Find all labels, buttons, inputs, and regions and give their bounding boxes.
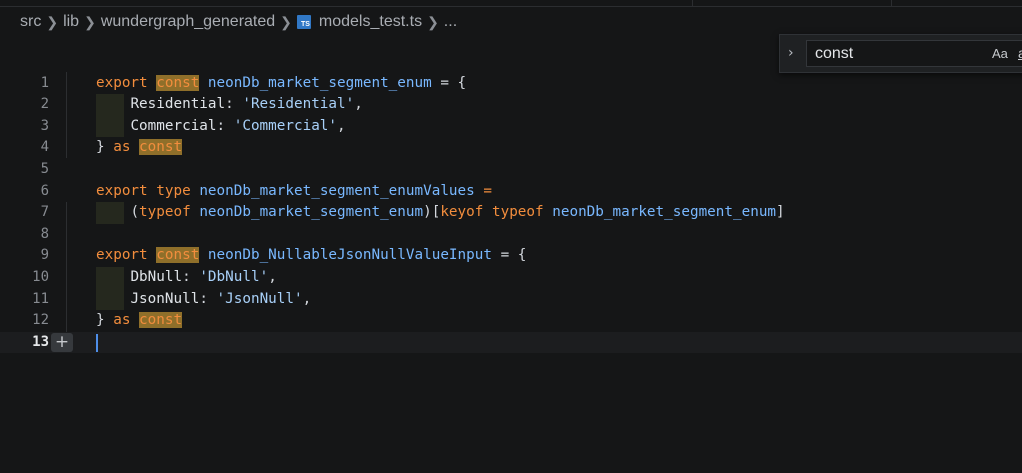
code-text: Residential: 'Residential', (130, 96, 363, 113)
line-number: 4 (40, 139, 49, 156)
line-number: 11 (32, 290, 49, 307)
find-input[interactable]: const Aa ab (806, 40, 1022, 67)
find-widget: › const Aa ab (779, 34, 1022, 73)
code-text: (typeof neonDb_market_segment_enum)[keyo… (130, 204, 785, 221)
breadcrumb: src ❯ lib ❯ wundergraph_generated ❯ TS m… (0, 8, 457, 36)
keyword: as (113, 139, 131, 156)
code-line[interactable]: 3 Commercial: 'Commercial', (0, 115, 1022, 138)
chevron-right-icon: ❯ (427, 13, 439, 30)
code-line[interactable]: 9 export const neonDb_NullableJsonNullVa… (0, 245, 1022, 267)
keyword: typeof (139, 204, 191, 221)
line-number: 12 (32, 312, 49, 329)
line-number: 8 (40, 225, 49, 242)
line-number: 5 (40, 161, 49, 177)
identifier: neonDb_market_segment_enumValues (199, 182, 475, 199)
string: 'Residential' (242, 96, 355, 113)
line-number: 2 (40, 96, 49, 113)
add-comment-icon[interactable]: + (51, 332, 73, 352)
code-text: JsonNull: 'JsonNull', (130, 290, 312, 307)
search-match: const (139, 312, 183, 329)
code-text: DbNull: 'DbNull', (130, 269, 277, 285)
breadcrumb-symbol[interactable]: ... (444, 13, 457, 31)
keyword: as (113, 312, 131, 329)
breadcrumb-file[interactable]: models_test.ts (319, 13, 422, 31)
code-text: export const neonDb_NullableJsonNullValu… (96, 247, 527, 264)
line-number: 1 (40, 74, 49, 91)
code-text: } as const (96, 139, 183, 156)
code-line[interactable]: 4 } as const (0, 137, 1022, 159)
line-number: 3 (40, 117, 49, 134)
keyword: typeof (491, 204, 544, 221)
toggle-replace-icon[interactable]: › (788, 45, 802, 61)
line-number: 13 (32, 333, 49, 350)
identifier: neonDb_market_segment_enum (552, 204, 777, 221)
string: 'Commercial' (233, 117, 338, 134)
line-number: 7 (40, 204, 49, 221)
keyword: export (96, 247, 148, 264)
search-match: const (139, 139, 183, 156)
current-line[interactable]: 13 + (0, 331, 1022, 354)
match-case-icon[interactable]: Aa (992, 46, 1008, 61)
tab-strip-border (0, 6, 1022, 7)
code-line[interactable]: 1 export const neonDb_market_segment_enu… (0, 73, 1022, 95)
string: 'JsonNull' (216, 290, 303, 307)
property: Residential (130, 96, 226, 113)
chevron-right-icon: ❯ (280, 13, 292, 30)
property: Commercial (130, 117, 217, 134)
line-number: 6 (40, 182, 49, 199)
line-number: 9 (40, 247, 49, 264)
property: DbNull (130, 269, 183, 285)
code-line[interactable]: 8 (0, 224, 1022, 246)
property: JsonNull (130, 290, 200, 307)
code-text: export type neonDb_market_segment_enumVa… (96, 182, 492, 199)
keyword: export (96, 182, 148, 199)
typescript-file-icon: TS (296, 15, 311, 29)
breadcrumb-wundergraph-generated[interactable]: wundergraph_generated (101, 13, 275, 31)
keyword: export (96, 74, 148, 91)
match-whole-word-icon[interactable]: ab (1018, 45, 1022, 61)
code-text: Commercial: 'Commercial', (130, 117, 346, 134)
line-number: 10 (32, 269, 49, 285)
code-text: export const neonDb_market_segment_enum … (96, 74, 467, 91)
code-line[interactable]: 6 export type neonDb_market_segment_enum… (0, 181, 1022, 203)
chevron-right-icon: ❯ (84, 13, 96, 30)
code-line[interactable]: 7 (typeof neonDb_market_segment_enum)[ke… (0, 202, 1022, 224)
string: 'DbNull' (199, 269, 269, 285)
text-cursor (96, 333, 98, 352)
breadcrumb-lib[interactable]: lib (63, 13, 79, 31)
code-line[interactable]: 12 } as const (0, 310, 1022, 332)
identifier: neonDb_market_segment_enum (207, 74, 432, 91)
code-text: } as const (96, 312, 183, 329)
code-line[interactable]: 2 Residential: 'Residential', (0, 94, 1022, 116)
search-match: const (156, 247, 200, 264)
identifier: neonDb_market_segment_enum (199, 204, 424, 221)
keyword: type (156, 182, 191, 199)
breadcrumb-src[interactable]: src (20, 13, 41, 31)
code-line[interactable]: 11 JsonNull: 'JsonNull', (0, 288, 1022, 311)
keyword: keyof (440, 204, 484, 221)
identifier: neonDb_NullableJsonNullValueInput (207, 247, 492, 264)
code-line[interactable]: 5 (0, 159, 1022, 181)
code-line[interactable]: 10 DbNull: 'DbNull', (0, 267, 1022, 289)
tab-strip (0, 0, 1022, 7)
find-input-value: const (815, 45, 854, 62)
chevron-right-icon: ❯ (46, 13, 59, 30)
search-match: const (156, 74, 200, 91)
